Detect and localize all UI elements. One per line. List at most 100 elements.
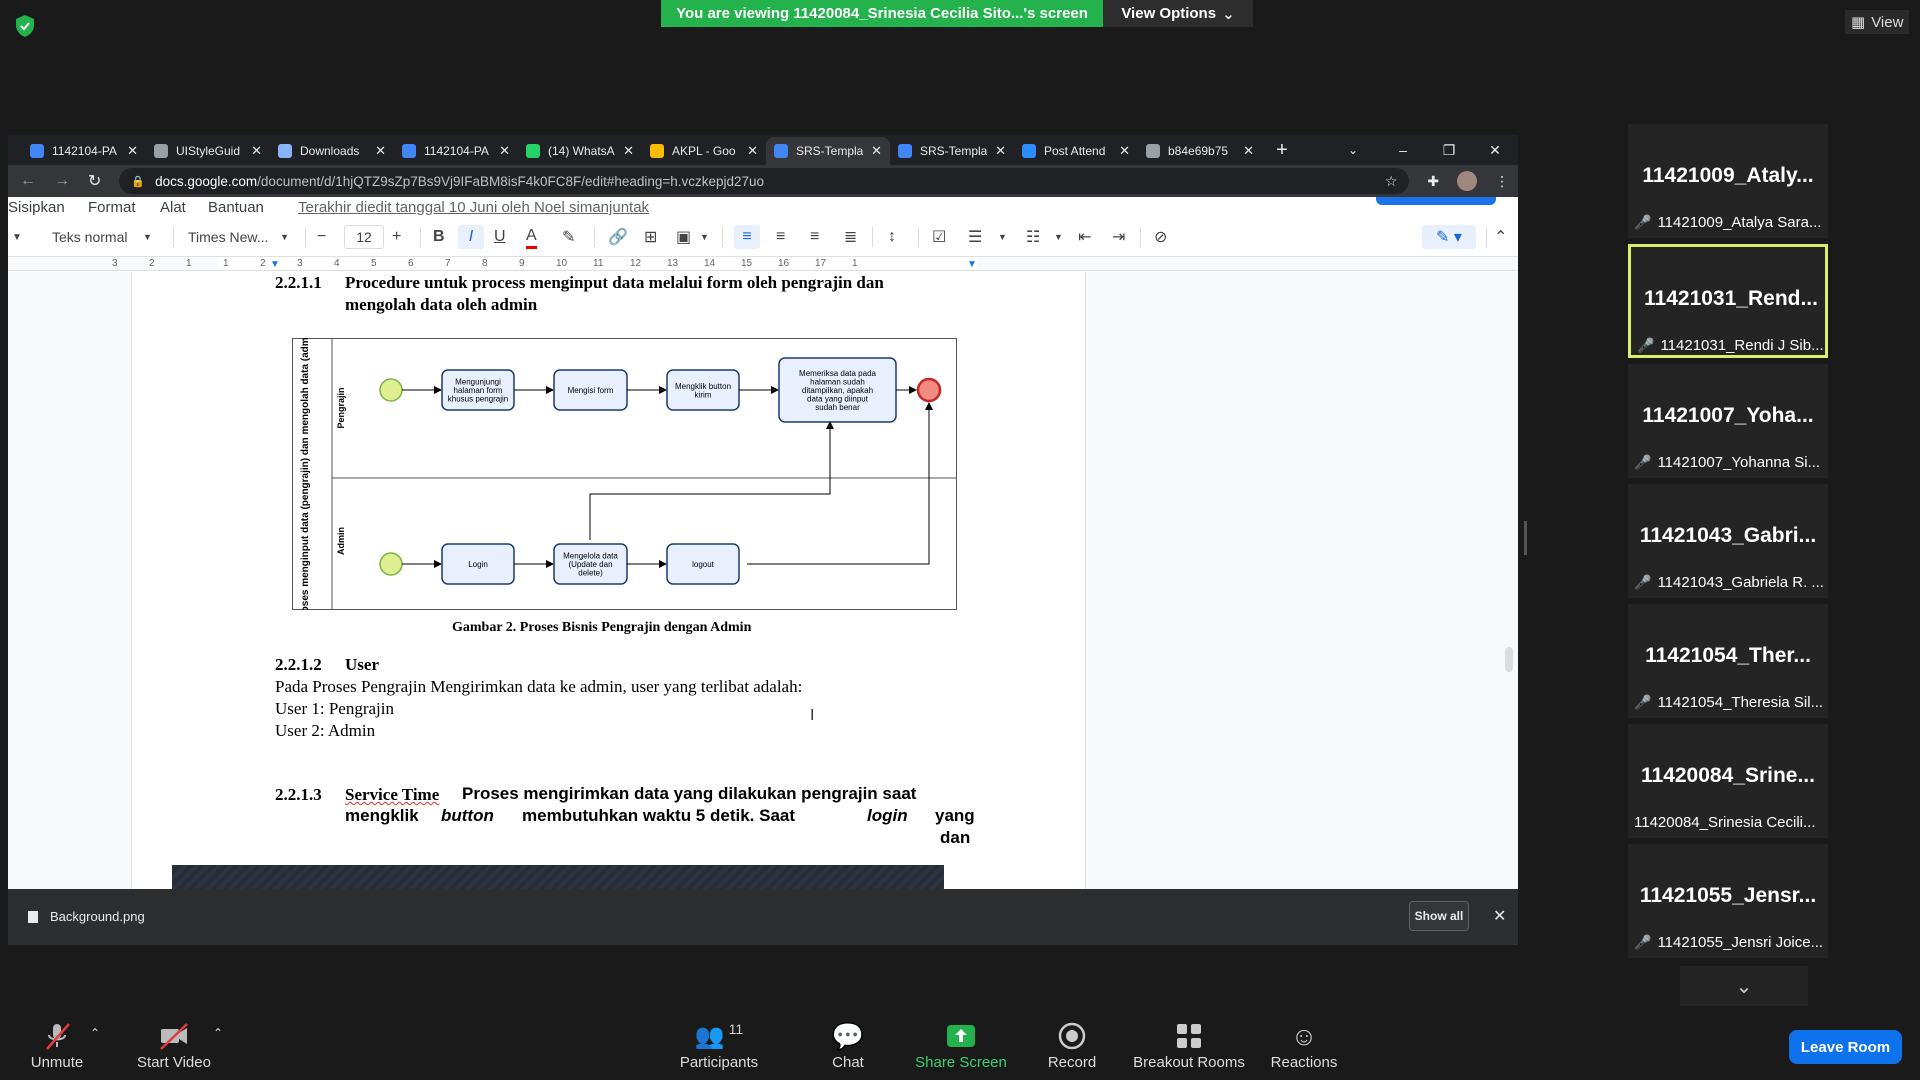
tab-close-icon[interactable]: ✕: [375, 143, 386, 159]
lock-icon[interactable]: 🔒: [131, 175, 145, 188]
forward-icon[interactable]: →: [54, 172, 70, 190]
tab-close-icon[interactable]: ✕: [251, 143, 262, 159]
view-options-button[interactable]: View Options ⌄: [1103, 0, 1253, 27]
browser-tab[interactable]: 1142104-PA ✕: [22, 137, 146, 165]
participant-tile[interactable]: 11420084_Srine... 11420084_Srinesia Cecil…: [1628, 724, 1828, 838]
record-button[interactable]: Record: [1046, 1018, 1098, 1071]
new-tab-icon[interactable]: +: [1262, 137, 1302, 165]
reload-icon[interactable]: ↻: [88, 171, 101, 191]
audio-options-icon[interactable]: ⌃: [90, 1026, 100, 1040]
chevron-down-icon[interactable]: ▼: [1054, 225, 1063, 249]
participant-tile[interactable]: 11421007_Yoha... 🎤 11421007_Yohanna Si...: [1628, 364, 1828, 478]
document-page[interactable]: 2.2.1.1 Procedure untuk process menginpu…: [131, 272, 1086, 892]
tab-close-icon[interactable]: ✕: [127, 143, 138, 159]
italic-button[interactable]: I: [458, 225, 484, 249]
browser-tab[interactable]: SRS-Templa ✕: [890, 137, 1014, 165]
participant-tile[interactable]: 11421043_Gabri... 🎤 11421043_Gabriela R. .…: [1628, 484, 1828, 598]
checklist-icon[interactable]: ☑: [932, 225, 946, 249]
participant-tile[interactable]: 11421009_Ataly... 🎤 11421009_Atalya Sara..…: [1628, 124, 1828, 238]
bookmark-star-icon[interactable]: ☆: [1385, 173, 1398, 190]
browser-tab[interactable]: 1142104-PA ✕: [394, 137, 518, 165]
browser-tab[interactable]: (14) WhatsA ✕: [518, 137, 642, 165]
decrease-font-size-button[interactable]: −: [317, 225, 326, 249]
view-layout-button[interactable]: ▦ View: [1845, 10, 1910, 34]
tab-close-icon[interactable]: ✕: [871, 143, 882, 159]
last-edit-link[interactable]: Terakhir diedit tanggal 10 Juni oleh Noe…: [298, 199, 649, 216]
tab-close-icon[interactable]: ✕: [623, 143, 634, 159]
extensions-icon[interactable]: ✚: [1427, 173, 1439, 190]
scroll-down-button[interactable]: ⌄: [1680, 966, 1808, 1006]
panel-resize-handle[interactable]: [1524, 521, 1527, 555]
leave-room-button[interactable]: Leave Room: [1789, 1030, 1902, 1064]
tab-close-icon[interactable]: ✕: [1243, 143, 1254, 159]
browser-tab[interactable]: b84e69b75 ✕: [1138, 137, 1262, 165]
show-all-button[interactable]: Show all: [1409, 901, 1469, 931]
unmute-button[interactable]: Unmute: [22, 1018, 92, 1071]
menu-format[interactable]: Format: [88, 199, 136, 216]
clear-formatting-icon[interactable]: ⊘: [1154, 225, 1167, 249]
line-spacing-icon[interactable]: ↕: [888, 225, 896, 249]
tab-search-icon[interactable]: ⌄: [1348, 135, 1358, 165]
indent-marker-icon[interactable]: ▼: [270, 259, 280, 270]
increase-font-size-button[interactable]: +: [392, 225, 401, 249]
profile-avatar[interactable]: [1457, 171, 1478, 191]
breakout-rooms-button[interactable]: Breakout Rooms: [1133, 1018, 1245, 1071]
document-scrollbar[interactable]: [1505, 647, 1513, 672]
back-icon[interactable]: ←: [20, 172, 36, 190]
insert-link-icon[interactable]: 🔗: [608, 225, 628, 249]
bold-button[interactable]: B: [433, 225, 445, 249]
minimize-icon[interactable]: –: [1380, 135, 1426, 165]
tab-close-icon[interactable]: ✕: [1119, 143, 1130, 159]
download-item[interactable]: Background.png: [28, 909, 145, 924]
tab-close-icon[interactable]: ✕: [499, 143, 510, 159]
increase-indent-icon[interactable]: ⇥: [1112, 225, 1125, 249]
bulleted-list-icon[interactable]: ☰: [968, 225, 982, 249]
share-button[interactable]: [1376, 197, 1496, 205]
collapse-menu-icon[interactable]: ⌃: [1494, 225, 1507, 249]
justify-button[interactable]: ≣: [844, 225, 857, 249]
insert-image-icon[interactable]: ▣: [676, 225, 691, 249]
browser-tab[interactable]: Post Attend ✕: [1014, 137, 1138, 165]
menu-bantuan[interactable]: Bantuan: [208, 199, 264, 216]
align-right-button[interactable]: ≡: [810, 225, 819, 249]
align-left-button[interactable]: ≡: [734, 225, 760, 249]
right-indent-marker-icon[interactable]: ▼: [967, 259, 977, 270]
browser-tab[interactable]: UIStyleGuid ✕: [146, 137, 270, 165]
url-input[interactable]: 🔒 docs.google.com/document/d/1hjQTZ9sZp7…: [119, 168, 1410, 194]
share-screen-button[interactable]: Share Screen: [912, 1018, 1010, 1071]
tab-close-icon[interactable]: ✕: [995, 143, 1006, 159]
menu-sisipkan[interactable]: Sisipkan: [8, 199, 65, 216]
close-icon[interactable]: ✕: [1493, 906, 1506, 926]
add-comment-icon[interactable]: ⊞: [644, 225, 657, 249]
menu-alat[interactable]: Alat: [160, 199, 186, 216]
editing-mode-button[interactable]: ✎ ▾: [1422, 225, 1476, 249]
video-options-icon[interactable]: ⌃: [213, 1026, 223, 1040]
chat-button[interactable]: 💬 Chat: [826, 1018, 870, 1072]
highlight-color-icon[interactable]: ✎: [562, 225, 575, 249]
numbered-list-icon[interactable]: ☷: [1026, 225, 1040, 249]
font-size-input[interactable]: 12: [344, 225, 384, 249]
browser-tab[interactable]: Downloads ✕: [270, 137, 394, 165]
style-select[interactable]: Teks normal ▼: [52, 225, 152, 249]
chevron-down-icon[interactable]: ▼: [998, 225, 1007, 249]
start-video-button[interactable]: Start Video: [134, 1018, 214, 1071]
tab-close-icon[interactable]: ✕: [747, 143, 758, 159]
toolbar-overflow-icon[interactable]: ▼: [12, 225, 22, 249]
participant-tile[interactable]: 11421031_Rend... 🎤 11421031_Rendi J Sib...: [1628, 244, 1828, 358]
font-select[interactable]: Times New... ▼: [188, 225, 289, 249]
shield-icon[interactable]: [14, 14, 36, 38]
participant-tile[interactable]: 11421054_Ther... 🎤 11421054_Theresia Sil..…: [1628, 604, 1828, 718]
ruler[interactable]: ▼ ▼ 3 2 1 1 2 3 4 5 6 7 8 9 10 11 12 13 14 15 16 17 1: [8, 257, 1518, 271]
text-color-button[interactable]: A: [526, 225, 537, 249]
browser-menu-icon[interactable]: ⋮: [1495, 173, 1509, 190]
reactions-button[interactable]: ☺ Reactions: [1270, 1018, 1338, 1072]
browser-tab[interactable]: AKPL - Goo ✕: [642, 137, 766, 165]
chevron-down-icon[interactable]: ▼: [700, 225, 709, 249]
underline-button[interactable]: U: [494, 225, 506, 249]
align-center-button[interactable]: ≡: [776, 225, 785, 249]
browser-tab[interactable]: SRS-Templa ✕: [766, 137, 890, 165]
restore-icon[interactable]: ❐: [1426, 135, 1472, 165]
decrease-indent-icon[interactable]: ⇤: [1078, 225, 1091, 249]
participants-button[interactable]: 👥 11 Participants: [677, 1018, 761, 1071]
close-window-icon[interactable]: ✕: [1472, 135, 1518, 165]
